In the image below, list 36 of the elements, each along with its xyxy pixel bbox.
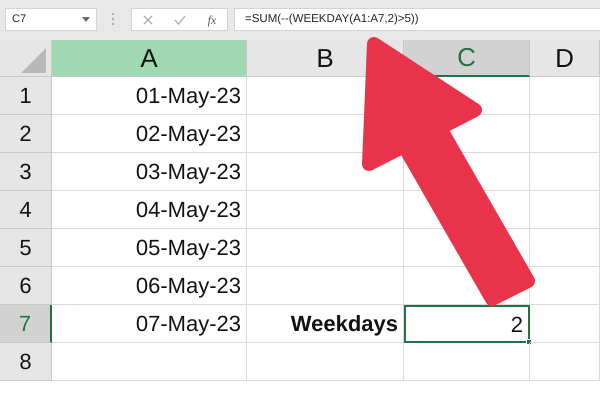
enter-icon[interactable] (174, 14, 186, 24)
row-header[interactable]: 5 (0, 229, 52, 267)
empty-cell (530, 77, 600, 115)
row-header[interactable]: 6 (0, 267, 52, 305)
formula-field[interactable]: =SUM(--(WEEKDAY(A1:A7,2)>5)) (234, 8, 600, 31)
grip-icon (111, 12, 115, 26)
table-cell-text: 02-May-23 (136, 120, 241, 148)
column-header[interactable]: C (404, 40, 530, 77)
column-header[interactable]: D (530, 40, 600, 77)
row-header[interactable]: 2 (0, 115, 52, 153)
selected-cell[interactable]: 2 (404, 305, 530, 343)
cancel-icon[interactable] (142, 14, 153, 24)
empty-cell (530, 229, 600, 267)
table-cell-text: 06-May-23 (136, 272, 241, 300)
select-all-icon[interactable] (0, 40, 52, 77)
row-header[interactable]: 3 (0, 153, 52, 191)
empty-cell (530, 343, 600, 381)
name-box[interactable]: C7 (5, 8, 97, 31)
column-header[interactable]: A (52, 40, 247, 77)
dropdown-icon (82, 17, 90, 22)
empty-cell (530, 305, 600, 343)
row-header[interactable]: 8 (0, 343, 52, 381)
row-header[interactable]: 1 (0, 77, 52, 115)
table-cell-text: 04-May-23 (136, 196, 241, 224)
row-header[interactable]: 4 (0, 191, 52, 229)
cell-value: 2 (510, 310, 523, 338)
empty-cell (530, 153, 600, 191)
table-cell-text: 07-May-23 (136, 310, 241, 338)
table-cell-text: 01-May-23 (136, 82, 241, 110)
table-cell-text: Weekdays (290, 310, 398, 338)
table-cell-text: 05-May-23 (136, 234, 241, 262)
empty-cell (530, 115, 600, 153)
empty-cell (530, 191, 600, 229)
table-cell-text: 03-May-23 (136, 158, 241, 186)
row-header[interactable]: 7 (0, 305, 52, 343)
insert-function-button[interactable]: fx (208, 10, 216, 28)
